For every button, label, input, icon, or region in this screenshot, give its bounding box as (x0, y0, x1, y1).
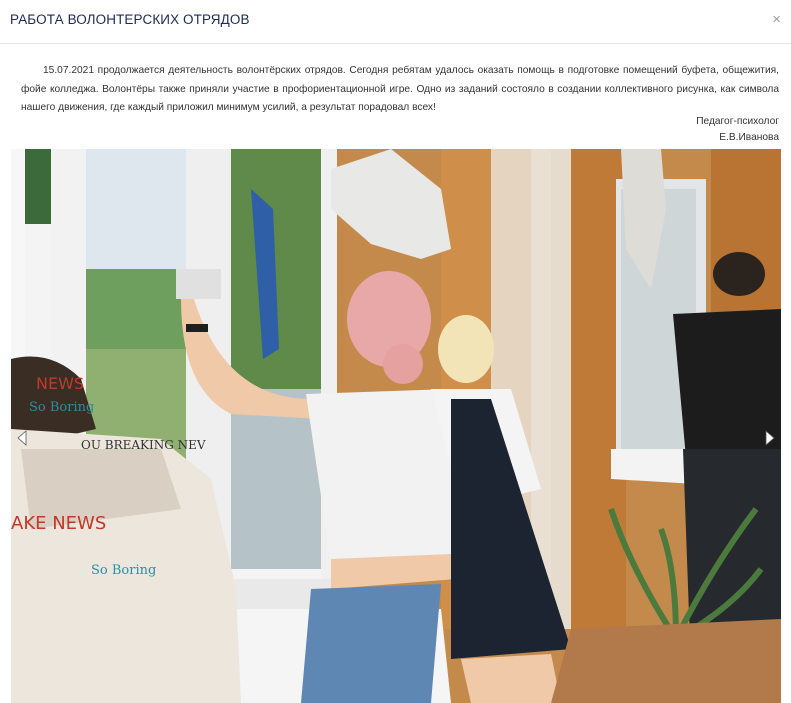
modal-header: РАБОТА ВОЛОНТЕРСКИХ ОТРЯДОВ × (0, 0, 791, 44)
close-icon[interactable]: × (772, 12, 781, 28)
shirt-print: NEWS (36, 374, 84, 393)
modal-title: РАБОТА ВОЛОНТЕРСКИХ ОТРЯДОВ (10, 12, 250, 27)
shirt-print: So Boring (29, 400, 94, 415)
photo-gallery: NEWS So Boring OU BREAKING NEV AKE NEWS … (11, 149, 781, 703)
news-modal: РАБОТА ВОЛОНТЕРСКИХ ОТРЯДОВ × 15.07.2021… (0, 0, 791, 703)
photo-volunteers-cleaning-windows: NEWS So Boring OU BREAKING NEV AKE NEWS … (11, 149, 781, 703)
arrow-left-icon (17, 430, 27, 446)
shirt-print: So Boring (91, 563, 156, 578)
signature-name: Е.В.Иванова (719, 132, 779, 143)
gallery-prev-button[interactable] (15, 429, 29, 447)
gallery-next-button[interactable] (763, 429, 777, 447)
signature: Педагог-психолог Е.В.Иванова (696, 114, 779, 146)
signature-role: Педагог-психолог (696, 116, 779, 127)
shirt-print: AKE NEWS (11, 513, 106, 534)
article-text: 15.07.2021 продолжается деятельность вол… (21, 65, 779, 113)
shirt-print: OU BREAKING NEV (81, 438, 206, 452)
arrow-right-icon (765, 430, 775, 446)
